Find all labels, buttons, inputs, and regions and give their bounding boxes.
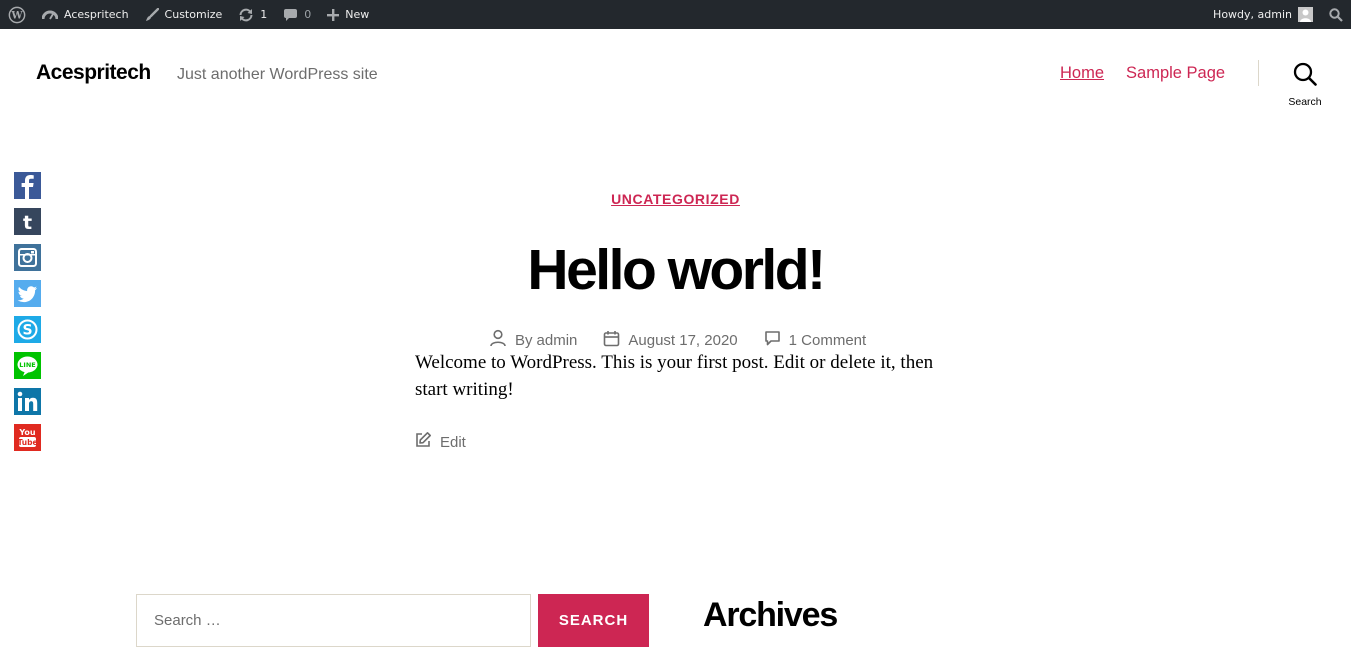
- social-share-bar: t S LINE You Tube: [14, 172, 41, 451]
- site-description: Just another WordPress site: [177, 66, 378, 83]
- post-edit[interactable]: Edit: [414, 431, 466, 453]
- widget-search-input[interactable]: [136, 594, 531, 647]
- calendar-icon: [603, 330, 620, 351]
- category-link[interactable]: UNCATEGORIZED: [611, 191, 740, 207]
- brush-icon: [145, 7, 159, 22]
- admin-search-toggle[interactable]: [1321, 0, 1351, 29]
- wordpress-icon: W: [8, 6, 26, 24]
- admin-bar-right: Howdy, admin: [1205, 0, 1351, 29]
- youtube-icon[interactable]: You Tube: [14, 424, 41, 451]
- header-divider: [1258, 60, 1259, 86]
- primary-menu: Home Sample Page: [1060, 64, 1225, 83]
- dashboard-icon: [42, 8, 58, 22]
- linkedin-icon[interactable]: [14, 388, 41, 415]
- admin-bar: W Acespritech Customize 1 0 New Howdy, a…: [0, 0, 1351, 29]
- search-toggle-label: Search: [1288, 96, 1322, 108]
- site-name-label: Acespritech: [64, 8, 129, 21]
- customize-link[interactable]: Customize: [137, 0, 231, 29]
- site-title[interactable]: Acespritech: [36, 61, 151, 85]
- comments-link[interactable]: 1 Comment: [789, 332, 867, 349]
- admin-bar-left: W Acespritech Customize 1 0 New: [0, 0, 377, 29]
- post-title: Hello world!: [527, 238, 826, 302]
- post-meta: By admin August 17, 2020 1 Comment: [489, 329, 892, 351]
- avatar: [1298, 7, 1313, 22]
- author-prefix: By: [515, 331, 533, 349]
- widget-search-button[interactable]: SEARCH: [538, 594, 649, 647]
- post-category: UNCATEGORIZED: [0, 191, 1351, 207]
- svg-text:Tube: Tube: [17, 438, 37, 447]
- customize-label: Customize: [164, 8, 223, 21]
- svg-text:S: S: [22, 323, 32, 339]
- post-date-link[interactable]: August 17, 2020: [628, 332, 737, 349]
- post-content: Welcome to WordPress. This is your first…: [415, 352, 934, 400]
- site-name-menu[interactable]: Acespritech: [34, 0, 137, 29]
- post-author: By admin: [489, 329, 577, 351]
- new-content-menu[interactable]: New: [319, 0, 377, 29]
- updates-link[interactable]: 1: [230, 0, 275, 29]
- skype-icon[interactable]: S: [14, 316, 41, 343]
- svg-text:You: You: [18, 428, 36, 437]
- comments-link[interactable]: 0: [275, 0, 319, 29]
- search-icon: [1293, 62, 1317, 91]
- header-search-toggle[interactable]: Search: [1283, 62, 1327, 108]
- post-comments: 1 Comment: [764, 330, 867, 350]
- post-date: August 17, 2020: [603, 330, 738, 351]
- tumblr-icon[interactable]: t: [14, 208, 41, 235]
- svg-text:LINE: LINE: [19, 361, 35, 369]
- plus-icon: [327, 8, 340, 21]
- line-icon[interactable]: LINE: [14, 352, 41, 379]
- updates-icon: [238, 8, 254, 22]
- edit-label: Edit: [440, 433, 466, 451]
- edit-pencil-icon: [414, 431, 432, 453]
- archives-widget-title: Archives: [703, 596, 838, 634]
- new-label: New: [345, 8, 370, 21]
- updates-count: 1: [260, 8, 268, 21]
- nav-item-home[interactable]: Home: [1060, 64, 1104, 83]
- search-icon: [1329, 7, 1343, 22]
- svg-text:W: W: [10, 10, 23, 21]
- author-link[interactable]: admin: [537, 332, 578, 349]
- howdy-label: Howdy, admin: [1213, 8, 1292, 21]
- wp-logo-menu[interactable]: W: [0, 0, 34, 29]
- comments-count: 0: [304, 8, 312, 21]
- person-icon: [489, 329, 507, 351]
- comment-icon: [764, 330, 781, 350]
- comment-bubble-icon: [283, 8, 298, 22]
- svg-text:t: t: [23, 212, 32, 234]
- my-account-menu[interactable]: Howdy, admin: [1205, 0, 1321, 29]
- nav-item-sample-page[interactable]: Sample Page: [1126, 64, 1225, 83]
